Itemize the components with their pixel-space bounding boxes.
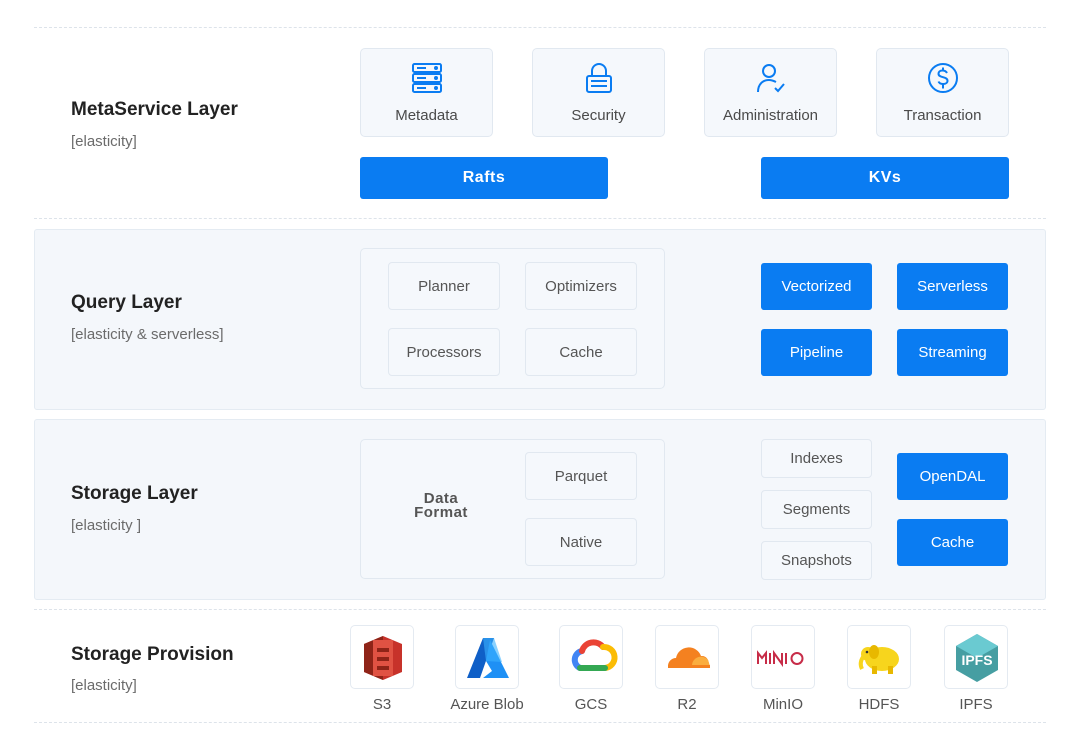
parquet-chip: Parquet (525, 452, 637, 500)
administration-card: Administration (704, 48, 837, 137)
storage-provision-title: Storage Provision (71, 644, 234, 665)
opendal-badge: OpenDAL (897, 453, 1008, 500)
indexes-chip: Indexes (761, 439, 872, 478)
serverless-badge: Serverless (897, 263, 1008, 310)
google-cloud-icon (571, 639, 618, 671)
ipfs-icon: IPFS (956, 634, 998, 682)
segments-chip: Segments (761, 490, 872, 529)
ipfs-label: IPFS (959, 696, 993, 713)
minio-logo-box (751, 625, 815, 689)
hadoop-elephant-icon (858, 645, 899, 674)
azure-logo-box (455, 625, 519, 689)
lock-icon (585, 63, 612, 93)
data-format-line2: Format (414, 504, 468, 521)
ipfs-logo-box: IPFS (944, 625, 1008, 689)
r2-label: R2 (677, 696, 697, 713)
metaservice-layer-subtitle: [elasticity] (71, 133, 137, 150)
kvs-bar: KVs (761, 157, 1009, 199)
aws-s3-icon (364, 636, 402, 680)
user-check-icon (756, 64, 785, 93)
s3-label: S3 (372, 696, 392, 713)
planner-chip: Planner (388, 262, 500, 310)
hdfs-label: HDFS (858, 696, 900, 713)
azure-blob-label: Azure Blob (450, 696, 524, 713)
hdfs-logo-box (847, 625, 911, 689)
cloudflare-icon (668, 647, 710, 668)
transaction-card: Transaction (876, 48, 1009, 137)
minio-label: MinIO (762, 696, 803, 713)
azure-icon (467, 638, 509, 678)
svg-text:IPFS: IPFS (961, 652, 992, 668)
storage-provision-subtitle: [elasticity] (71, 677, 137, 694)
gcs-label: GCS (574, 696, 608, 713)
s3-logo-box (350, 625, 414, 689)
query-cache-chip: Cache (525, 328, 637, 376)
metadata-card: Metadata (360, 48, 493, 137)
dollar-circle-icon (927, 63, 958, 93)
pipeline-badge: Pipeline (761, 329, 872, 376)
native-chip: Native (525, 518, 637, 566)
streaming-badge: Streaming (897, 329, 1008, 376)
query-layer-title: Query Layer (71, 292, 182, 313)
vectorized-badge: Vectorized (761, 263, 872, 310)
transaction-label: Transaction (903, 107, 982, 124)
storage-layer-title: Storage Layer (71, 483, 198, 504)
storage-layer-subtitle: [elasticity ] (71, 517, 142, 534)
data-format-label: Data Format (395, 491, 487, 521)
server-stack-icon (411, 63, 442, 93)
security-label: Security (571, 107, 626, 124)
snapshots-chip: Snapshots (761, 541, 872, 580)
rafts-bar: Rafts (360, 157, 608, 199)
security-card: Security (532, 48, 665, 137)
administration-label: Administration (722, 107, 819, 124)
metaservice-layer-title: MetaService Layer (71, 99, 238, 120)
gcs-logo-box (559, 625, 623, 689)
r2-logo-box (655, 625, 719, 689)
minio-icon (757, 649, 804, 668)
storage-cache-badge: Cache (897, 519, 1008, 566)
optimizers-chip: Optimizers (525, 262, 637, 310)
metadata-label: Metadata (395, 107, 458, 124)
query-layer-subtitle: [elasticity & serverless] (71, 326, 224, 343)
processors-chip: Processors (388, 328, 500, 376)
